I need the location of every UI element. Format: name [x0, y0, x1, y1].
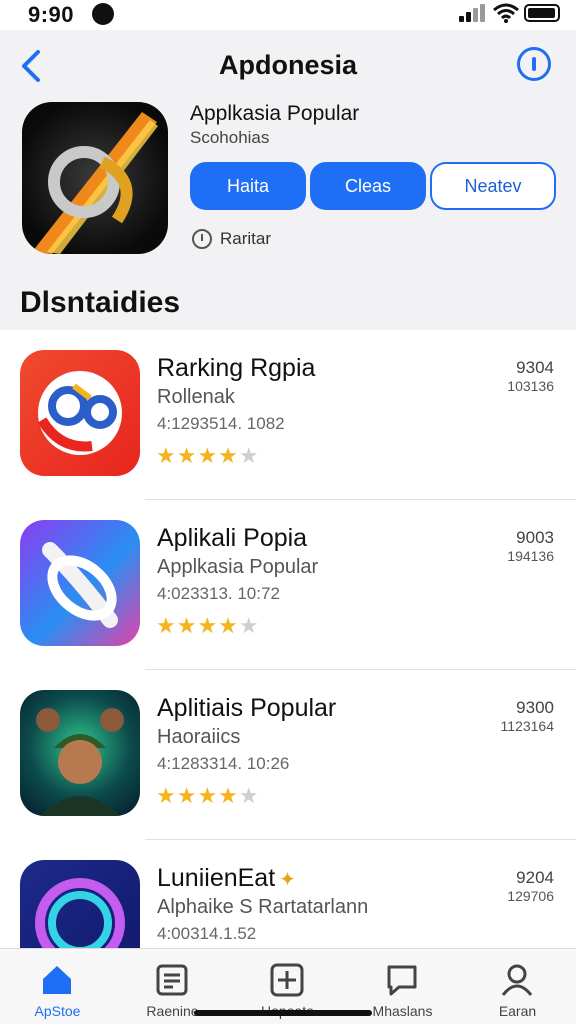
- app-name: Aplitiais Popular: [157, 694, 337, 722]
- star-rating: ★★★★★: [156, 443, 260, 468]
- person-icon: [501, 964, 533, 996]
- app-developer: Rollenak: [157, 386, 235, 408]
- star-rating: ★★★★★: [156, 783, 260, 808]
- app-icon: [20, 690, 140, 816]
- signal-icon: [459, 4, 489, 22]
- app-count: 129706: [507, 888, 554, 904]
- app-name: LuniienEat ✦: [157, 864, 296, 892]
- star-rating: ★★★★★: [156, 613, 260, 638]
- cleas-button[interactable]: Cleas: [310, 162, 426, 210]
- wifi-icon: [493, 3, 519, 23]
- list-item[interactable]: Aplitiais Popular Haoraiics 4:1283314. 1…: [0, 670, 576, 840]
- neatev-button[interactable]: Neatev: [430, 162, 556, 210]
- ranking-icon: [156, 964, 188, 996]
- featured-app-subtitle: Scohohias: [190, 128, 270, 147]
- app-developer: Haoraiics: [157, 726, 241, 748]
- rank-label[interactable]: Raritar: [220, 229, 271, 249]
- notification-icon: [92, 3, 114, 25]
- app-meta: 4:023313. 10:72: [157, 584, 280, 603]
- home-icon: [43, 966, 71, 994]
- app-price: 9304: [516, 358, 554, 377]
- tab-profile[interactable]: Earan: [460, 949, 575, 1024]
- app-meta: 4:00314.1.52: [157, 924, 257, 943]
- info-icon[interactable]: [517, 47, 551, 81]
- app-icon: [20, 350, 140, 476]
- page-title: Apdonesia: [218, 50, 358, 80]
- app-count: 1123164: [500, 718, 554, 734]
- tab-label: Earan: [498, 1003, 537, 1019]
- haita-button[interactable]: Haita: [190, 162, 306, 210]
- app-name: Rarking Rgpia: [157, 354, 316, 382]
- app-price: 9204: [516, 868, 554, 887]
- app-icon: [20, 520, 140, 646]
- status-bar: 9:90: [0, 0, 576, 30]
- battery-icon: [524, 4, 560, 22]
- tab-appstore[interactable]: ApStoe: [0, 949, 115, 1024]
- clock-icon: [192, 229, 212, 249]
- sparkle-icon: ✦: [279, 869, 296, 891]
- home-indicator[interactable]: [194, 1010, 372, 1016]
- add-square-icon: [270, 963, 304, 997]
- section-title: Dlsntaidies: [20, 286, 181, 319]
- app-count: 194136: [507, 548, 554, 564]
- featured-app-title: Applkasia Popular: [190, 102, 360, 125]
- app-developer: Applkasia Popular: [157, 556, 319, 578]
- app-meta: 4:1293514. 1082: [157, 414, 285, 433]
- chat-icon: [387, 965, 417, 996]
- featured-app-icon[interactable]: [22, 102, 168, 254]
- list-item[interactable]: Aplikali Popia Applkasia Popular 4:02331…: [0, 500, 576, 670]
- status-time: 9:90: [28, 2, 75, 27]
- tab-label: ApStoe: [34, 1003, 81, 1019]
- app-price: 9300: [516, 698, 554, 717]
- app-name: Aplikali Popia: [157, 524, 308, 552]
- app-count: 103136: [507, 378, 554, 394]
- app-developer: Alphaike S Rartatarlann: [157, 896, 369, 918]
- list-item[interactable]: Rarking Rgpia Rollenak 4:1293514. 1082 ★…: [0, 330, 576, 500]
- app-price: 9003: [516, 528, 554, 547]
- app-meta: 4:1283314. 10:26: [157, 754, 290, 773]
